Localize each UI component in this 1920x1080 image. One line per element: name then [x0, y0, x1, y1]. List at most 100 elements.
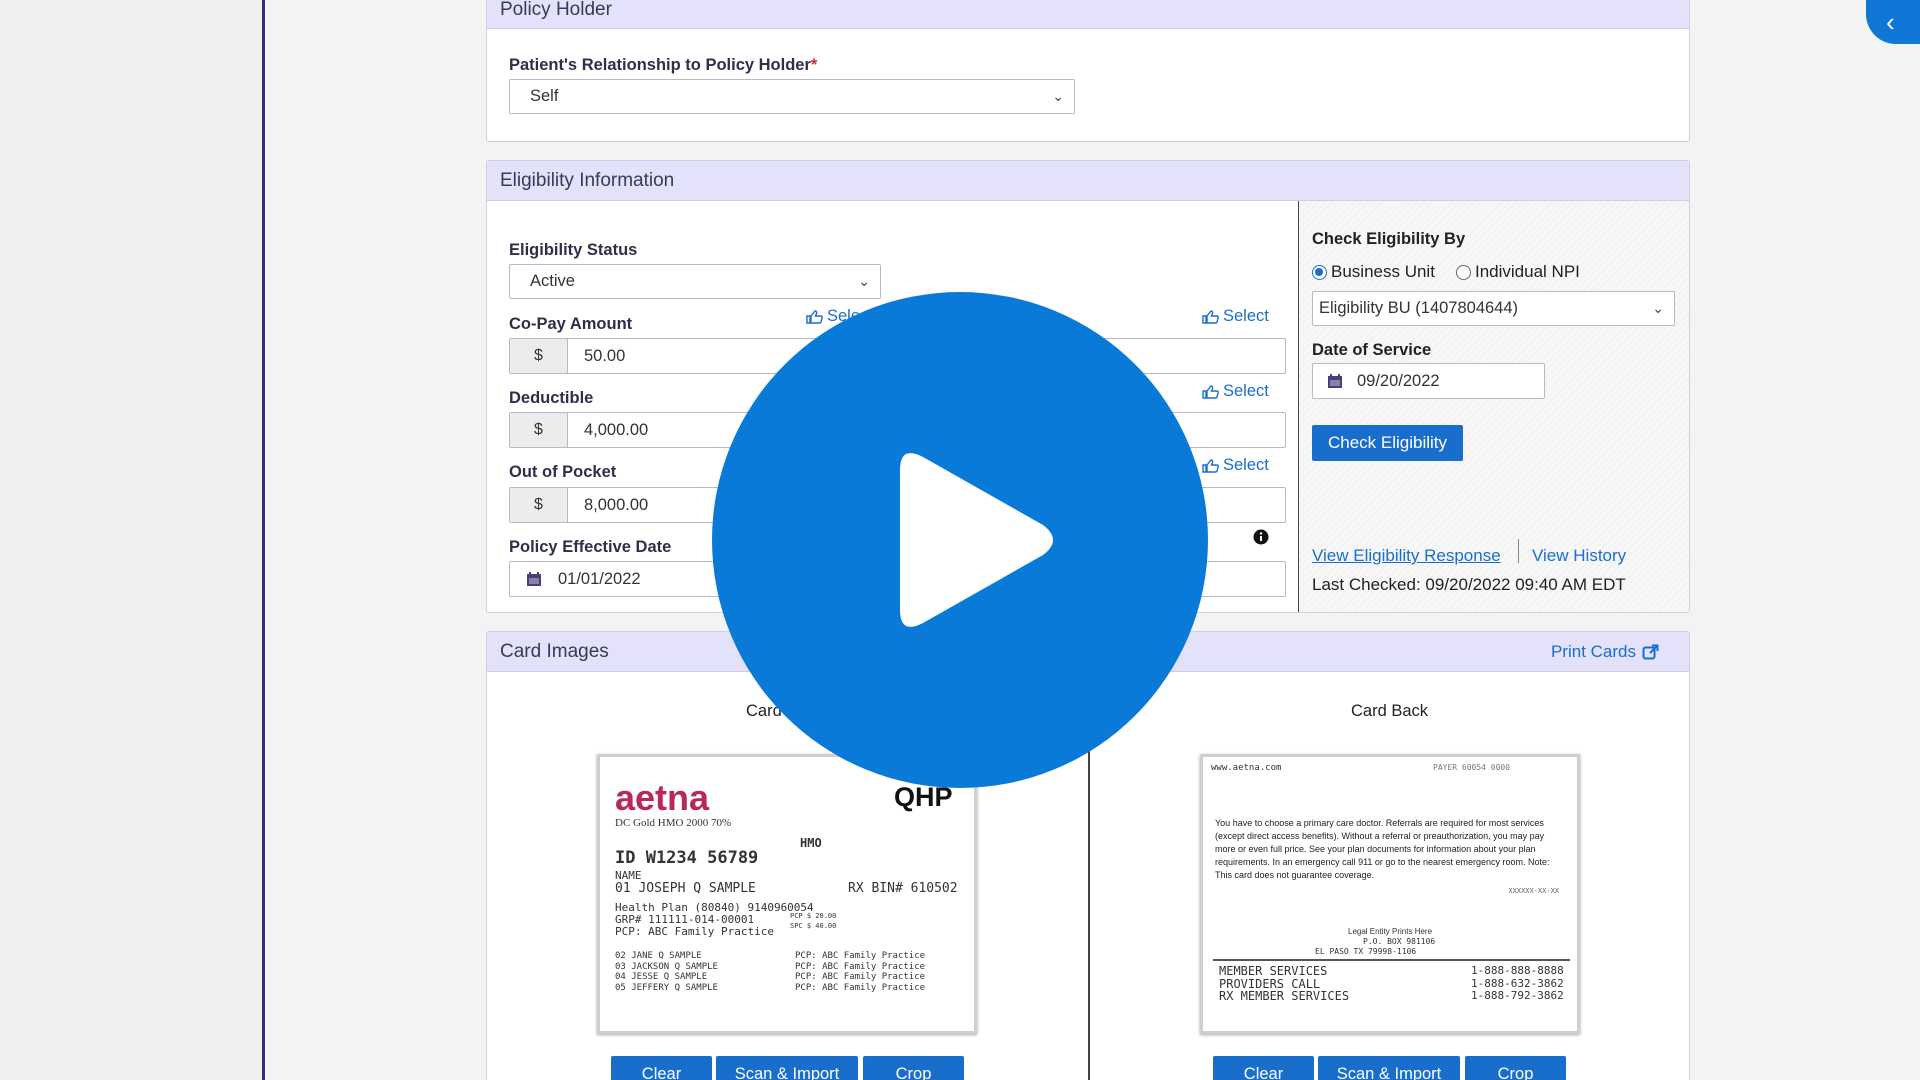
card-back-body: You have to choose a primary care doctor… [1215, 818, 1550, 880]
oop-label: Out of Pocket [509, 463, 617, 481]
card-back-phones: 1-888-888-8888 1-888-632-3862 1-888-792-… [1471, 964, 1564, 1003]
card-pcp: PCP: ABC Family Practice [615, 925, 774, 938]
select-label: Select [1223, 307, 1269, 325]
back-crop-button[interactable]: Crop [1465, 1056, 1566, 1080]
select-label: Select [1223, 456, 1269, 474]
calendar-icon[interactable] [1313, 364, 1357, 398]
card-dependent: 03 JACKSON Q SAMPLE [615, 961, 718, 972]
service-phone: 1-888-792-3862 [1471, 989, 1564, 1002]
required-mark: * [810, 56, 818, 74]
card-copay: PCP $ 20.00 [790, 912, 837, 920]
view-eligibility-response-link[interactable]: View Eligibility Response [1312, 546, 1501, 566]
business-unit-select[interactable]: Eligibility BU (1407804644) ⌄ [1312, 291, 1675, 326]
card-front-image: aetna DC Gold HMO 2000 70% QHP HMO ID W1… [597, 754, 977, 1034]
oop-select-link[interactable]: Select [1201, 456, 1269, 475]
print-cards-link[interactable]: Print Cards [1551, 642, 1659, 662]
chevron-down-icon: ⌄ [1052, 88, 1064, 104]
left-rail [0, 0, 264, 1080]
back-clear-button[interactable]: Clear [1213, 1056, 1314, 1080]
relationship-label: Patient's Relationship to Policy Holder* [509, 56, 817, 75]
hand-pointer-icon [1202, 458, 1219, 473]
card-back-url: www.aetna.com [1211, 763, 1282, 773]
copay-label: Co-Pay Amount [509, 315, 633, 333]
currency-addon: $ [510, 413, 568, 447]
calendar-icon[interactable] [510, 562, 558, 596]
card-brand-logo: aetna [615, 777, 710, 818]
card-copay: SPC $ 40.00 [790, 922, 837, 930]
card-dependent-pcps: PCP: ABC Family Practice PCP: ABC Family… [795, 951, 925, 993]
card-dependent: 04 JESSE Q SAMPLE [615, 972, 708, 982]
relationship-select-value: Self [530, 87, 559, 105]
radio-unchecked-icon [1456, 264, 1471, 280]
card-back-title: Card Back [1351, 702, 1429, 720]
deductible-select-link[interactable]: Select [1201, 382, 1269, 401]
card-member: 01 JOSEPH Q SAMPLE [615, 881, 756, 896]
card-back-services: MEMBER SERVICES PROVIDERS CALL RX MEMBER… [1219, 965, 1349, 1003]
chevron-down-icon: ⌄ [858, 273, 870, 289]
select-label: Select [1223, 382, 1269, 400]
relationship-label-text: Patient's Relationship to Policy Holder [509, 56, 811, 74]
card-copays: PCP $ 20.00 SPC $ 40.00 [790, 911, 836, 931]
card-plan: DC Gold HMO 2000 70% [615, 817, 732, 829]
policy-holder-panel: Policy Holder Patient's Relationship to … [486, 0, 1690, 142]
radio-business-unit[interactable]: Business Unit [1312, 262, 1435, 282]
eligibility-status-value: Active [530, 272, 575, 290]
card-dependents: 02 JANE Q SAMPLE 03 JACKSON Q SAMPLE 04 … [615, 951, 718, 993]
front-scan-import-button[interactable]: Scan & Import [716, 1056, 858, 1080]
chevron-left-icon: ‹ [1886, 6, 1895, 37]
radio-business-unit-label: Business Unit [1331, 262, 1435, 281]
card-dependent-pcp: PCP: ABC Family Practice [795, 982, 926, 993]
panel-title: Policy Holder [487, 0, 1689, 29]
currency-addon: $ [510, 339, 568, 373]
back-scan-import-button[interactable]: Scan & Import [1318, 1056, 1460, 1080]
hand-pointer-icon [1202, 309, 1219, 324]
card-back-rule [1213, 959, 1570, 961]
deductible-label: Deductible [509, 389, 594, 407]
service-label: MEMBER SERVICES [1219, 964, 1328, 978]
relationship-select[interactable]: Self ⌄ [509, 79, 1075, 114]
date-of-service-value: 09/20/2022 [1357, 371, 1440, 390]
eligibility-status-label: Eligibility Status [509, 241, 638, 259]
info-icon[interactable] [1253, 529, 1269, 545]
radio-checked-icon [1312, 264, 1327, 280]
check-eligibility-area: Check Eligibility By Business Unit Indiv… [1298, 201, 1689, 612]
card-id: ID W1234 56789 [615, 848, 759, 868]
service-phone: 1-888-888-8888 [1471, 964, 1564, 977]
card-back-entity: Legal Entity Prints Here [1348, 927, 1433, 936]
view-history-link[interactable]: View History [1532, 546, 1626, 566]
date-of-service-label: Date of Service [1312, 341, 1432, 359]
play-icon [900, 453, 1053, 627]
effective-date-label: Policy Effective Date [509, 538, 672, 556]
front-crop-button[interactable]: Crop [863, 1056, 964, 1080]
eligibility-status-select[interactable]: Active ⌄ [509, 264, 881, 299]
print-cards-label: Print Cards [1550, 642, 1636, 661]
card-back-payer: PAYER 60054 0000 [1433, 763, 1511, 772]
check-by-label: Check Eligibility By [1312, 230, 1466, 248]
hand-pointer-icon [1202, 384, 1219, 399]
radio-individual-npi[interactable]: Individual NPI [1456, 262, 1580, 282]
front-clear-button[interactable]: Clear [611, 1056, 712, 1080]
card-dependent: 05 JEFFERY Q SAMPLE [615, 982, 718, 993]
percent-select-link[interactable]: Select [1201, 307, 1269, 326]
panel-title: Card Images [500, 640, 609, 662]
date-of-service-input[interactable]: 09/20/2022 [1312, 363, 1545, 399]
copay-input[interactable]: $ 50.00 [509, 338, 823, 374]
card-dependent-pcp: PCP: ABC Family Practice [795, 972, 926, 982]
service-label: RX MEMBER SERVICES [1219, 989, 1350, 1003]
card-back-po-box: P.O. BOX 981106 [1363, 937, 1436, 946]
card-back-code: XXXXXX-XX-XX [1508, 887, 1559, 895]
currency-addon: $ [510, 488, 568, 522]
panel-title: Eligibility Information [487, 161, 1689, 201]
card-dependent-pcp: PCP: ABC Family Practice [795, 961, 926, 972]
card-dependent-pcp: PCP: ABC Family Practice [795, 951, 926, 961]
card-rx-bin: RX BIN# 610502 [848, 881, 958, 896]
business-unit-value: Eligibility BU (1407804644) [1319, 299, 1519, 317]
hand-pointer-icon [806, 309, 823, 324]
card-dependent: 02 JANE Q SAMPLE [615, 951, 702, 961]
chevron-down-icon: ⌄ [1652, 300, 1664, 316]
check-eligibility-button[interactable]: Check Eligibility [1312, 425, 1463, 461]
card-back-city: EL PASO TX 79998-1106 [1315, 947, 1417, 956]
external-link-icon [1642, 644, 1659, 659]
last-checked-text: Last Checked: 09/20/2022 09:40 AM EDT [1312, 575, 1626, 594]
link-divider [1518, 539, 1519, 563]
